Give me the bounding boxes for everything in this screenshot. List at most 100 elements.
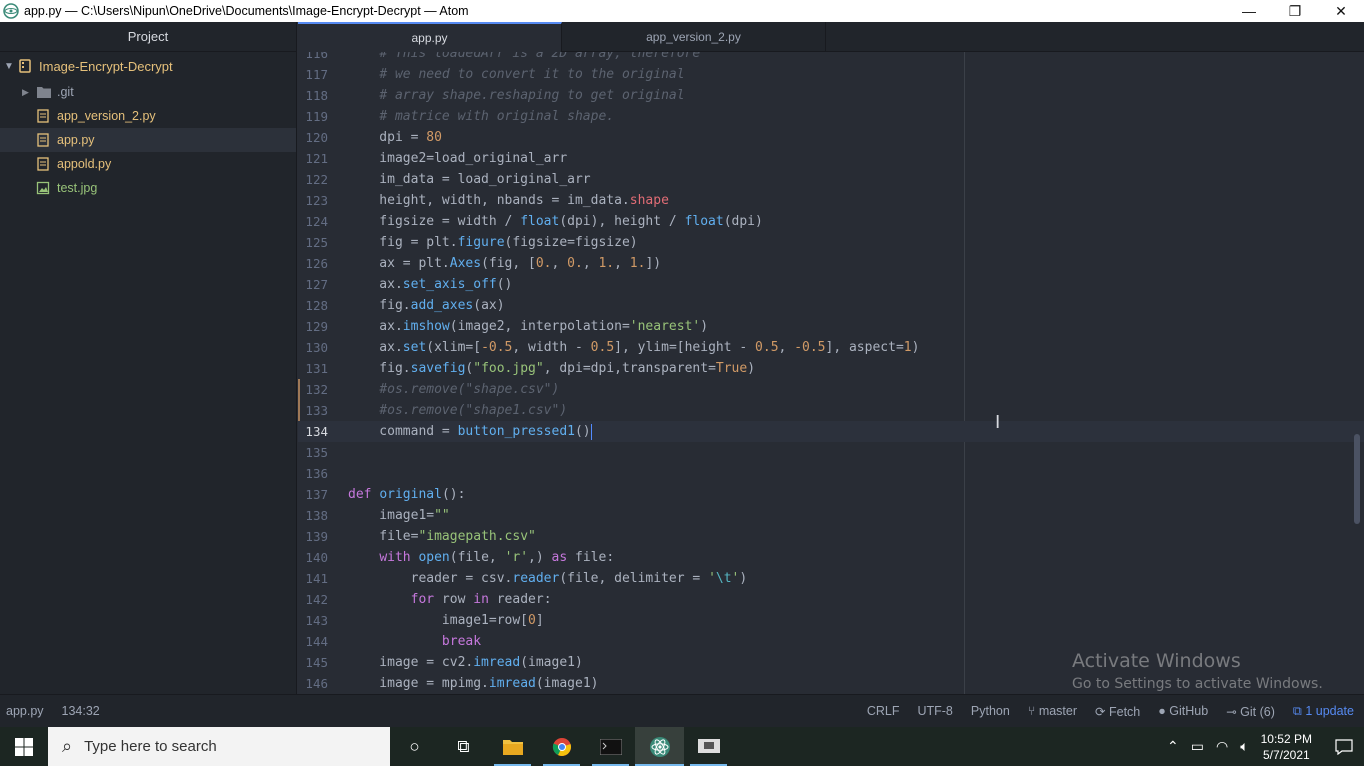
tree-item-git-folder[interactable]: ▶ .git [0, 80, 296, 104]
close-button[interactable]: ✕ [1318, 0, 1364, 22]
code-line[interactable]: 142 for row in reader: [298, 589, 1364, 610]
code-line[interactable]: 133 #os.remove("shape1.csv") [298, 400, 1364, 421]
code-line[interactable]: 120 dpi = 80 [298, 127, 1364, 148]
line-code: #os.remove("shape.csv") [379, 382, 560, 397]
line-number: 121 [305, 151, 328, 166]
code-line[interactable]: 140 with open(file, 'r',) as file: [298, 547, 1364, 568]
file-text-icon [36, 133, 52, 147]
line-number: 145 [305, 655, 328, 670]
code-line[interactable]: 119 # matrice with original shape. [298, 106, 1364, 127]
start-button[interactable] [0, 727, 48, 766]
status-encoding[interactable]: UTF-8 [917, 704, 952, 718]
project-tab[interactable]: Project [0, 22, 296, 52]
code-line[interactable]: 123 height, width, nbands = im_data.shap… [298, 190, 1364, 211]
tree-item-test-jpg[interactable]: test.jpg [0, 176, 296, 200]
status-cursor-position[interactable]: 134:32 [62, 704, 100, 718]
line-code: dpi = 80 [348, 130, 442, 145]
code-line[interactable]: 132 #os.remove("shape.csv") [298, 379, 1364, 400]
taskbar-search[interactable]: ⌕ Type here to search [48, 727, 390, 766]
code-line[interactable]: 125 fig = plt.figure(figsize=figsize) [298, 232, 1364, 253]
tree-item-label: app_version_2.py [57, 109, 156, 123]
code-line[interactable]: 134 command = button_pressed1() [298, 421, 1364, 442]
tab-app-version-2[interactable]: app_version_2.py [562, 22, 826, 52]
code-line[interactable]: 130 ax.set(xlim=[-0.5, width - 0.5], yli… [298, 337, 1364, 358]
code-line[interactable]: 144 break [298, 631, 1364, 652]
tree-item-app-py[interactable]: app.py [0, 128, 296, 152]
code-line[interactable]: 141 reader = csv.reader(file, delimiter … [298, 568, 1364, 589]
vertical-scrollbar[interactable] [1354, 434, 1360, 524]
status-grammar[interactable]: Python [971, 704, 1010, 718]
line-number: 120 [305, 130, 328, 145]
task-view-button[interactable]: ⧉ [439, 727, 488, 766]
cortana-button[interactable]: ○ [390, 727, 439, 766]
file-text-icon [36, 157, 52, 171]
line-code: # we need to convert it to the original [379, 67, 685, 82]
code-line[interactable]: 118 # array shape.reshaping to get origi… [298, 85, 1364, 106]
code-lines[interactable]: 116 # This loadedArr is a 2D array, ther… [298, 52, 1364, 694]
line-number: 124 [305, 214, 328, 229]
code-line[interactable]: 131 fig.savefig("foo.jpg", dpi=dpi,trans… [298, 358, 1364, 379]
line-number: 122 [305, 172, 328, 187]
minimize-button[interactable]: — [1226, 0, 1272, 22]
chevron-right-icon[interactable]: ▶ [22, 87, 36, 98]
wifi-icon[interactable]: ◠ [1216, 738, 1228, 755]
code-line[interactable]: 117 # we need to convert it to the origi… [298, 64, 1364, 85]
status-branch[interactable]: ⑂ master [1028, 704, 1077, 718]
line-code: reader = csv.reader(file, delimiter = '\… [348, 571, 748, 586]
line-number: 131 [305, 361, 328, 376]
code-line[interactable]: 126 ax = plt.Axes(fig, [0., 0., 1., 1.]) [298, 253, 1364, 274]
maximize-button[interactable]: ❐ [1272, 0, 1318, 22]
code-line[interactable]: 136 [298, 463, 1364, 484]
line-code: #os.remove("shape1.csv") [379, 403, 568, 418]
code-line[interactable]: 143 image1=row[0] [298, 610, 1364, 631]
volume-icon[interactable]: 🔈︎ [1240, 738, 1248, 755]
status-git[interactable]: ⊸ Git (6) [1226, 704, 1275, 719]
line-code: ax.imshow(image2, interpolation='nearest… [348, 319, 709, 334]
activate-windows-watermark: Activate Windows Go to Settings to activ… [1072, 650, 1323, 692]
project-root-folder[interactable]: ▼ Image-Encrypt-Decrypt [0, 52, 296, 80]
search-placeholder: Type here to search [84, 738, 217, 755]
atom-button[interactable] [635, 727, 684, 766]
tree-item-app-version-2[interactable]: app_version_2.py [0, 104, 296, 128]
line-code: image = cv2.imread(image1) [348, 655, 583, 670]
line-number: 127 [305, 277, 328, 292]
code-line[interactable]: 138 image1="" [298, 505, 1364, 526]
tab-app-py[interactable]: app.py [298, 22, 562, 52]
chrome-button[interactable] [537, 727, 586, 766]
project-tree-panel: Project ▼ Image-Encrypt-Decrypt ▶ .git a… [0, 22, 297, 694]
code-line[interactable]: 124 figsize = width / float(dpi), height… [298, 211, 1364, 232]
tree-item-appold[interactable]: appold.py [0, 152, 296, 176]
notification-icon [1335, 738, 1353, 755]
code-line[interactable]: 116 # This loadedArr is a 2D array, ther… [298, 52, 1364, 64]
chevron-up-icon[interactable]: ⌃ [1167, 738, 1179, 755]
status-update[interactable]: ⧉ 1 update [1293, 704, 1354, 719]
line-number: 136 [305, 466, 328, 481]
code-line[interactable]: 128 fig.add_axes(ax) [298, 295, 1364, 316]
code-editor[interactable]: 116 # This loadedArr is a 2D array, ther… [298, 52, 1364, 694]
line-code: ax.set_axis_off() [348, 277, 513, 292]
code-line[interactable]: 135 [298, 442, 1364, 463]
status-github[interactable]: ● GitHub [1158, 704, 1208, 718]
code-line[interactable]: 139 file="imagepath.csv" [298, 526, 1364, 547]
code-line[interactable]: 137 def original(): [298, 484, 1364, 505]
line-code: fig.savefig("foo.jpg", dpi=dpi,transpare… [348, 361, 756, 376]
line-number: 116 [305, 52, 328, 61]
file-explorer-button[interactable] [488, 727, 537, 766]
folder-icon [502, 739, 523, 755]
status-fetch[interactable]: ⟳ Fetch [1095, 704, 1140, 719]
chevron-down-icon[interactable]: ▼ [4, 61, 18, 72]
terminal-button[interactable] [586, 727, 635, 766]
code-line[interactable]: 122 im_data = load_original_arr [298, 169, 1364, 190]
code-line[interactable]: 129 ax.imshow(image2, interpolation='nea… [298, 316, 1364, 337]
status-file-name[interactable]: app.py [6, 704, 44, 718]
line-code: # matrice with original shape. [379, 109, 615, 124]
code-line[interactable]: 127 ax.set_axis_off() [298, 274, 1364, 295]
git-commit-icon: ⊸ [1226, 704, 1237, 719]
code-line[interactable]: 121 image2=load_original_arr [298, 148, 1364, 169]
app-window-button[interactable] [684, 727, 733, 766]
clock[interactable]: 10:52 PM 5/7/2021 [1261, 731, 1312, 763]
line-code: # array shape.reshaping to get original [379, 88, 685, 103]
notification-center-button[interactable] [1324, 738, 1364, 755]
battery-icon[interactable]: ▭ [1191, 738, 1204, 755]
status-line-ending[interactable]: CRLF [867, 704, 900, 718]
